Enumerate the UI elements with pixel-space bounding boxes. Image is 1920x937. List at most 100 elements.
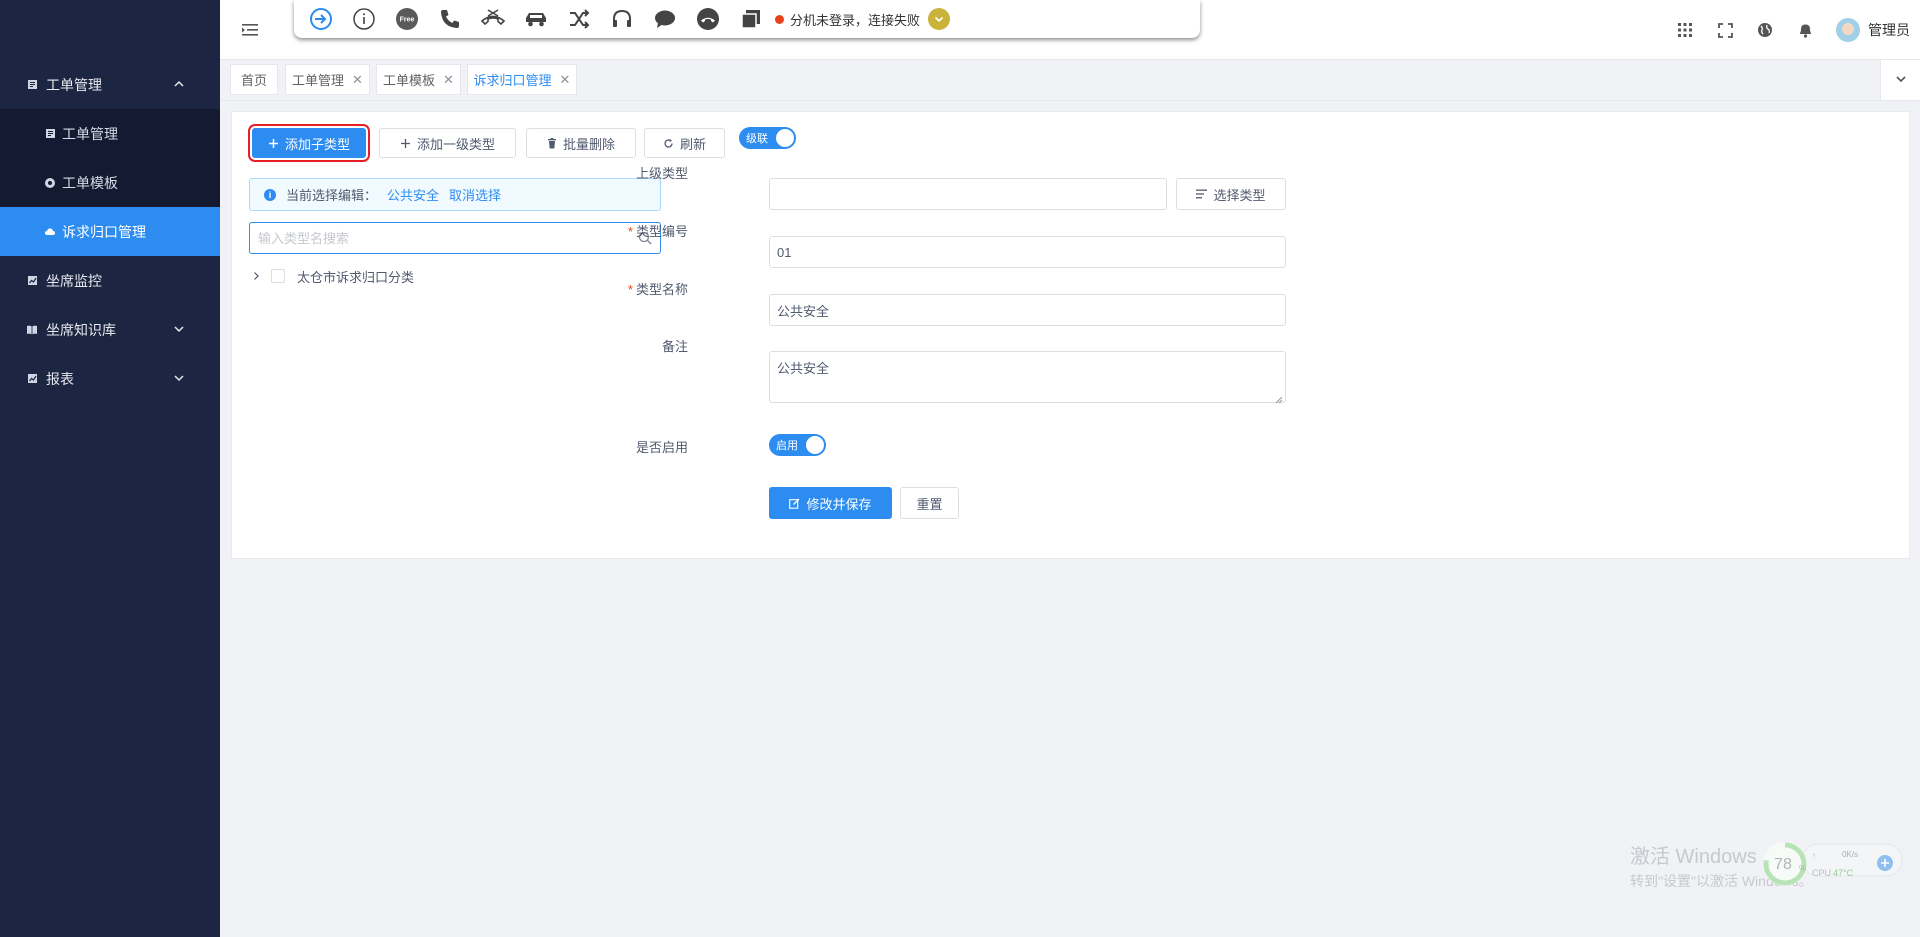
type-code-label: * 类型编号: [558, 221, 688, 240]
batch-delete-button[interactable]: 批量删除: [526, 128, 636, 158]
type-code-input[interactable]: 01: [769, 236, 1286, 268]
refresh-icon: [663, 138, 674, 149]
hangup-icon[interactable]: [695, 6, 721, 32]
reset-button[interactable]: 重置: [900, 487, 959, 519]
performance-widget[interactable]: 78 % ↑ 0K/s CPU 47°C: [1752, 838, 1906, 888]
close-icon[interactable]: ✕: [560, 72, 571, 88]
shuffle-icon[interactable]: [566, 6, 592, 32]
tab-workorder[interactable]: 工单管理 ✕: [285, 64, 370, 95]
fullscreen-icon[interactable]: [1716, 21, 1734, 39]
button-label: 添加子类型: [284, 136, 350, 152]
sidebar-item-template[interactable]: 工单模板: [0, 158, 220, 207]
remark-label: 备注: [558, 336, 688, 355]
current-selection-alert: i 当前选择编辑： 公共安全 取消选择: [249, 178, 661, 211]
status-dot: [775, 14, 784, 24]
tab-home[interactable]: 首页: [230, 64, 278, 95]
cancel-selection-link[interactable]: 取消选择: [449, 185, 501, 204]
button-label: 选择类型: [1213, 187, 1266, 203]
cloud-icon: [44, 226, 56, 238]
tabs-dropdown-button[interactable]: [1880, 60, 1920, 100]
free-badge-text: Free: [400, 17, 415, 24]
cpu-percent-sign: %: [1799, 864, 1806, 873]
selected-type-link[interactable]: 公共安全: [387, 185, 439, 204]
document-icon: [44, 128, 56, 140]
sidebar-group-seat-monitor[interactable]: 坐席监控: [0, 256, 220, 305]
button-label: 批量删除: [562, 136, 615, 152]
gear-icon: [44, 177, 56, 189]
content-card: 添加子类型 添加一级类型 批量删除 刷新 级联 i 当前选择编辑： 公共安全 取…: [231, 111, 1910, 559]
cascade-switch[interactable]: 级联: [739, 127, 796, 149]
close-icon[interactable]: ✕: [352, 72, 363, 88]
hangup-transfer-icon[interactable]: [480, 6, 506, 32]
edit-icon: [789, 498, 800, 509]
headset-icon[interactable]: [609, 6, 635, 32]
bell-icon[interactable]: [1796, 21, 1814, 39]
sidebar-item-label: 诉求归口管理: [62, 223, 146, 240]
copy-icon[interactable]: [738, 6, 764, 32]
softphone-bar: Free 分机未登录，连接失败: [294, 0, 1200, 38]
label-text: 是否启用: [635, 440, 688, 455]
info-icon[interactable]: [351, 6, 377, 32]
chat-icon[interactable]: [652, 6, 678, 32]
tree-node-label[interactable]: 太仓市诉求归口分类: [297, 267, 414, 286]
sidebar-group-reports[interactable]: 报表: [0, 354, 220, 403]
car-icon[interactable]: [523, 6, 549, 32]
type-name-label: * 类型名称: [558, 279, 688, 298]
free-status-icon[interactable]: Free: [394, 6, 420, 32]
login-icon[interactable]: [308, 6, 334, 32]
select-type-button[interactable]: 选择类型: [1176, 178, 1286, 210]
switch-label: 级联: [746, 133, 768, 145]
switch-knob: [806, 436, 824, 454]
sidebar-group-workorder[interactable]: 工单管理: [0, 60, 220, 109]
tab-template[interactable]: 工单模板 ✕: [376, 64, 461, 95]
parent-type-input[interactable]: [769, 178, 1167, 210]
parent-type-label: 上级类型: [558, 163, 688, 182]
sidebar: 工单管理 工单管理 工单模板 诉求归口管理 坐席监控 坐席知识库 报表: [0, 0, 220, 937]
apps-grid-icon[interactable]: [1676, 21, 1694, 39]
extension-status-text: 分机未登录，连接失败: [790, 12, 921, 28]
user-name[interactable]: 管理员: [1868, 20, 1910, 40]
selection-prefix: 当前选择编辑：: [286, 188, 378, 203]
chevron-down-icon: [172, 371, 186, 385]
avatar[interactable]: [1836, 18, 1860, 42]
input-value: 公共安全: [777, 303, 830, 319]
refresh-button[interactable]: 刷新: [644, 128, 725, 158]
add-top-type-button[interactable]: 添加一级类型: [379, 128, 516, 158]
label-text: 上级类型: [635, 166, 688, 181]
top-header: Free 分机未登录，连接失败 管理员: [220, 0, 1920, 60]
tab-label: 首页: [240, 73, 267, 88]
resize-handle-icon[interactable]: [1275, 392, 1283, 404]
close-icon[interactable]: ✕: [443, 72, 454, 88]
add-child-type-button[interactable]: 添加子类型: [248, 124, 370, 162]
chevron-down-icon[interactable]: [928, 8, 951, 30]
button-label: 添加一级类型: [416, 136, 495, 152]
upload-arrow-icon: ↑: [1812, 851, 1816, 860]
sidebar-item-appeal-category[interactable]: 诉求归口管理: [0, 207, 220, 256]
tab-appeal-category[interactable]: 诉求归口管理 ✕: [467, 64, 577, 95]
type-name-input[interactable]: 公共安全: [769, 294, 1286, 326]
menu-fold-icon[interactable]: [240, 20, 260, 40]
chevron-right-icon[interactable]: [249, 269, 263, 283]
book-icon: [26, 324, 38, 336]
required-asterisk: *: [627, 224, 633, 239]
enabled-switch[interactable]: 启用: [769, 434, 826, 456]
remark-textarea[interactable]: 公共安全: [769, 351, 1286, 404]
sidebar-group-knowledge[interactable]: 坐席知识库: [0, 305, 220, 354]
tree-node-checkbox[interactable]: [271, 269, 285, 283]
globe-icon[interactable]: [1756, 21, 1774, 39]
extension-status: 分机未登录，连接失败: [775, 8, 951, 30]
chart-icon: [26, 373, 38, 385]
chevron-up-icon: [172, 77, 186, 91]
net-speed: 0K/s: [1842, 850, 1858, 859]
label-text: 类型编号: [635, 224, 688, 239]
save-changes-button[interactable]: 修改并保存: [769, 487, 892, 519]
phone-icon[interactable]: [437, 6, 463, 32]
label-text: 备注: [661, 339, 688, 354]
chevron-down-icon: [172, 322, 186, 336]
tab-label: 工单管理: [292, 73, 345, 88]
chevron-down-icon: [1894, 72, 1908, 89]
sidebar-item-label: 工单模板: [62, 174, 118, 191]
button-label: 刷新: [679, 136, 706, 152]
type-search-input[interactable]: [250, 223, 610, 253]
sidebar-item-workorder[interactable]: 工单管理: [0, 109, 220, 158]
